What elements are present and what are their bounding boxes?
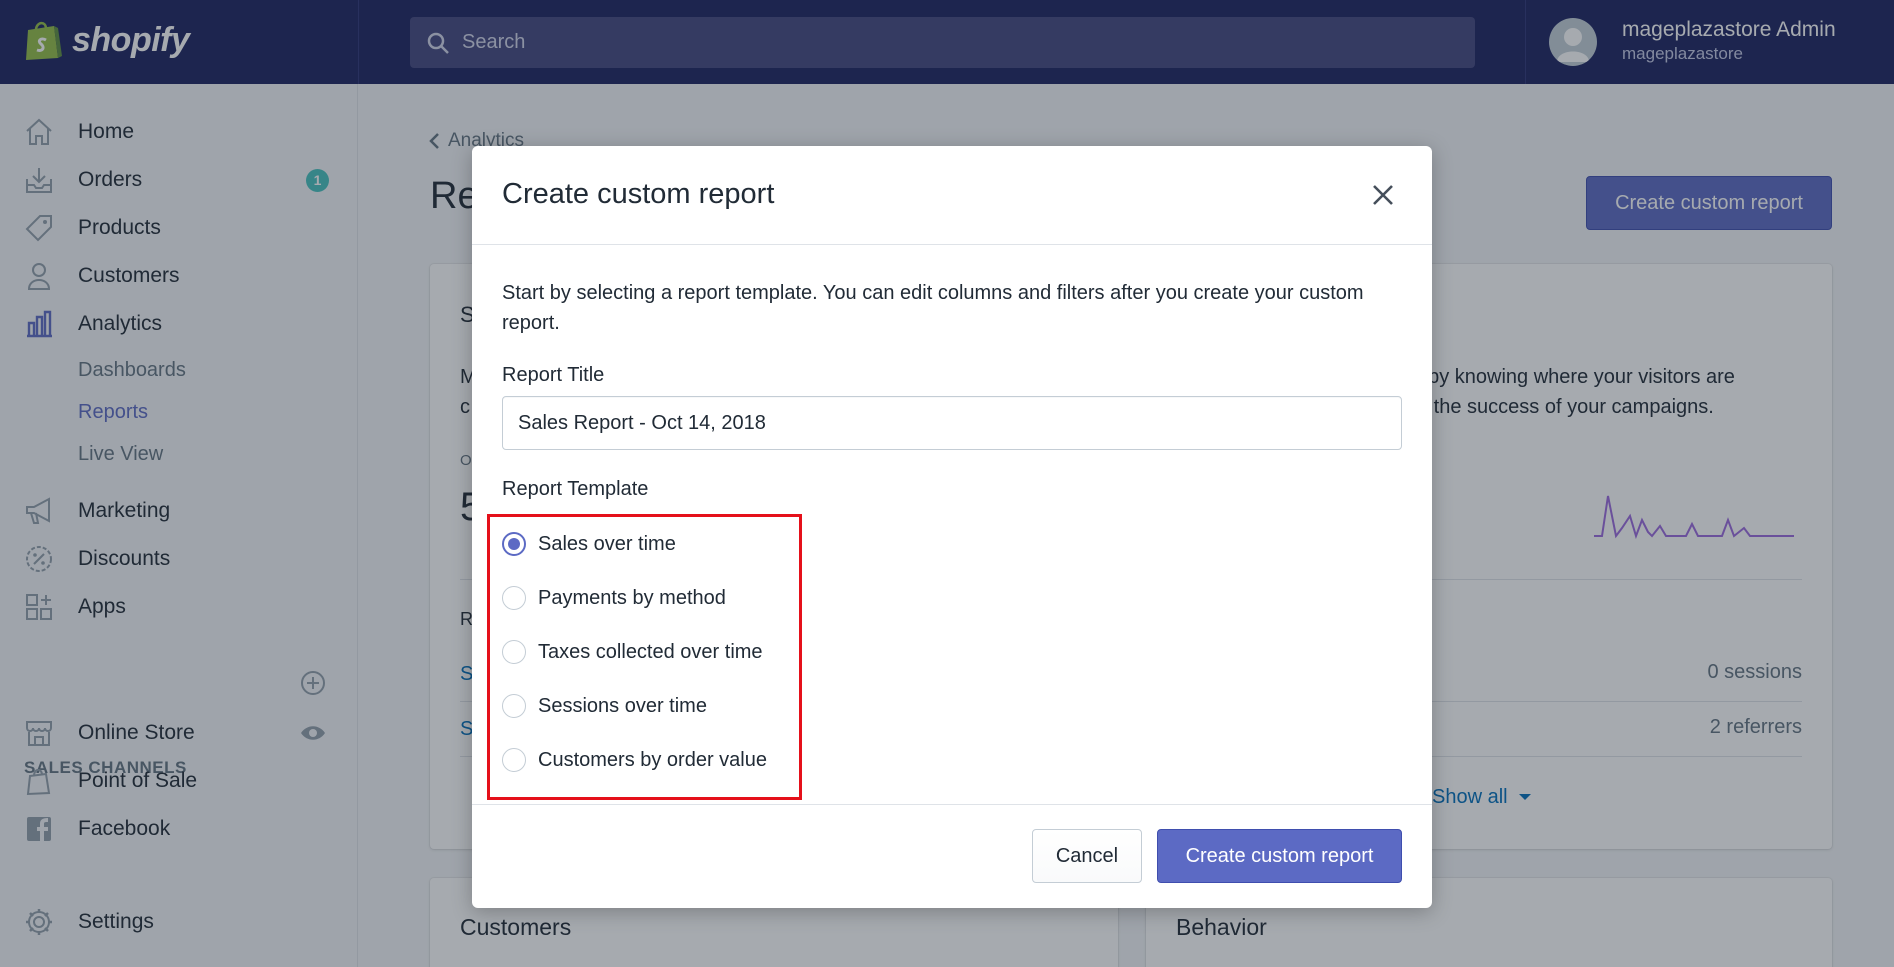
- report-template-label: Report Template: [502, 478, 649, 500]
- template-option-customers-by-order-value[interactable]: Customers by order value: [502, 743, 767, 777]
- radio-label: Payments by method: [538, 586, 726, 609]
- create-custom-report-submit-button[interactable]: Create custom report: [1157, 829, 1402, 883]
- modal-header: Create custom report: [472, 146, 1432, 245]
- radio-button[interactable]: [502, 640, 526, 664]
- cancel-button[interactable]: Cancel: [1032, 829, 1142, 883]
- template-option-sessions-over-time[interactable]: Sessions over time: [502, 689, 707, 723]
- report-title-label: Report Title: [502, 364, 605, 386]
- close-button[interactable]: [1368, 180, 1398, 210]
- report-title-input[interactable]: [502, 396, 1402, 450]
- modal-description: Start by selecting a report template. Yo…: [502, 282, 1364, 334]
- template-option-payments-by-method[interactable]: Payments by method: [502, 581, 726, 615]
- modal-title: Create custom report: [502, 178, 775, 210]
- radio-button[interactable]: [502, 748, 526, 772]
- radio-label: Sales over time: [538, 532, 676, 555]
- radio-button[interactable]: [502, 694, 526, 718]
- radio-button[interactable]: [502, 586, 526, 610]
- radio-label: Customers by order value: [538, 748, 767, 771]
- radio-button[interactable]: [502, 532, 526, 556]
- radio-label: Taxes collected over time: [538, 640, 763, 663]
- template-option-sales-over-time[interactable]: Sales over time: [502, 527, 676, 561]
- radio-label: Sessions over time: [538, 694, 707, 717]
- template-option-taxes-collected-over-time[interactable]: Taxes collected over time: [502, 635, 763, 669]
- create-report-modal: Create custom report Start by selecting …: [472, 146, 1432, 908]
- close-icon: [1373, 185, 1393, 205]
- modal-footer: Cancel Create custom report: [472, 804, 1432, 908]
